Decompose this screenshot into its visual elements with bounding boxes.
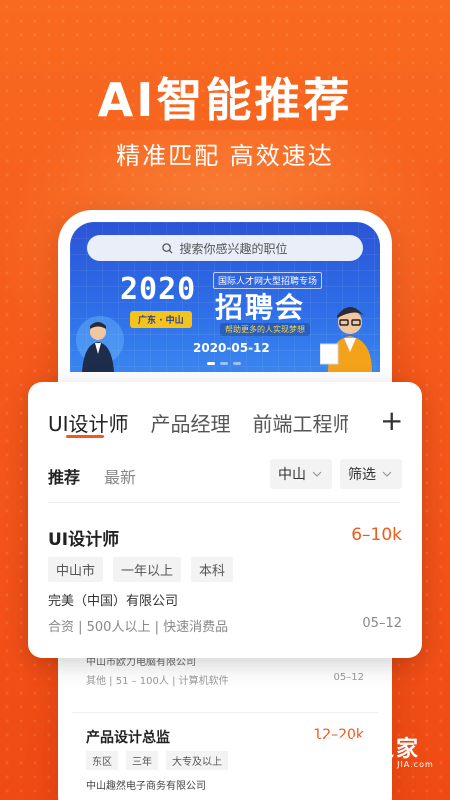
hero-headline: AI智能推荐 xyxy=(97,73,353,127)
search-input[interactable]: 搜索你感兴趣的职位 xyxy=(87,235,363,261)
hero-subline: 精准匹配 高效速达 xyxy=(116,142,334,170)
carousel-dot xyxy=(233,362,241,365)
carousel-indicator xyxy=(207,362,241,365)
job-tag: 东区 xyxy=(86,751,118,770)
company-meta: 合资 | 500人以上 | 快速消费品 xyxy=(48,620,229,635)
job-category-tabs: UI设计师 产品经理 前端工程师 xyxy=(48,408,348,438)
carousel-dot xyxy=(220,362,228,365)
job-salary: 6–10k xyxy=(351,525,402,545)
post-date: 05–12 xyxy=(362,616,402,631)
job-recommend-card: UI设计师 产品经理 前端工程师 + 推荐 最新 中山 筛选 UI设计师 6–1… xyxy=(28,382,422,658)
company-name: 中山趣然电子商务有限公司 xyxy=(86,781,206,792)
job-tag: 大专及以上 xyxy=(166,751,228,770)
company-name: 完美（中国）有限公司 xyxy=(48,594,179,609)
filter-label: 筛选 xyxy=(348,467,376,483)
job-title[interactable]: UI设计师 xyxy=(48,525,119,550)
divider xyxy=(48,502,400,503)
search-icon xyxy=(162,242,174,254)
sort-tabs: 推荐 最新 xyxy=(48,464,136,488)
post-date: 05–12 xyxy=(333,672,364,683)
watermark: 硬件之家 YING JIAN ZHI JIA.com xyxy=(280,728,450,778)
city-dropdown[interactable]: 中山 xyxy=(270,459,332,489)
add-tab-button[interactable]: + xyxy=(380,407,403,435)
chevron-down-icon xyxy=(312,471,322,477)
recruitment-banner[interactable]: 搜索你感兴趣的职位 2020 广东 · 中山 国际人才网大型招聘专场 招聘会 帮… xyxy=(70,222,380,372)
company-meta: 其他 | 51 – 100人 | 计算机软件 xyxy=(86,676,229,687)
fair-title: 招聘会 xyxy=(215,291,306,324)
job-tag: 中山市 xyxy=(48,557,104,582)
tab-latest[interactable]: 最新 xyxy=(104,464,136,488)
filter-dropdown[interactable]: 筛选 xyxy=(340,459,402,489)
location-tag: 广东 · 中山 xyxy=(130,311,192,328)
job-tags: 东区 三年 大专及以上 xyxy=(86,751,228,770)
banner-year: 2020 xyxy=(120,272,197,307)
job-tag: 一年以上 xyxy=(113,557,182,582)
tab-ui-designer[interactable]: UI设计师 xyxy=(48,408,129,438)
fair-date: 2020-05-12 xyxy=(193,341,270,355)
job-title: 产品设计总监 xyxy=(86,730,170,746)
watermark-logo-icon xyxy=(280,728,320,774)
tab-product-manager[interactable]: 产品经理 xyxy=(151,408,231,438)
tab-recommend[interactable]: 推荐 xyxy=(48,464,80,488)
job-tag: 本科 xyxy=(191,557,234,582)
city-label: 中山 xyxy=(278,467,306,483)
tab-frontend-engineer[interactable]: 前端工程师 xyxy=(253,408,348,438)
watermark-name: 硬件之家 xyxy=(324,737,421,762)
fair-slogan: 帮助更多的人实现梦想 xyxy=(220,323,310,336)
search-placeholder: 搜索你感兴趣的职位 xyxy=(179,241,288,256)
chevron-down-icon xyxy=(382,471,392,477)
job-tag: 三年 xyxy=(126,751,158,770)
businessman-illustration-icon xyxy=(320,307,372,372)
job-tags: 中山市 一年以上 本科 xyxy=(48,557,234,582)
carousel-dot xyxy=(207,362,215,365)
businessman-illustration-icon xyxy=(76,316,124,372)
watermark-sub: YING JIAN ZHI JIA.com xyxy=(326,760,434,769)
